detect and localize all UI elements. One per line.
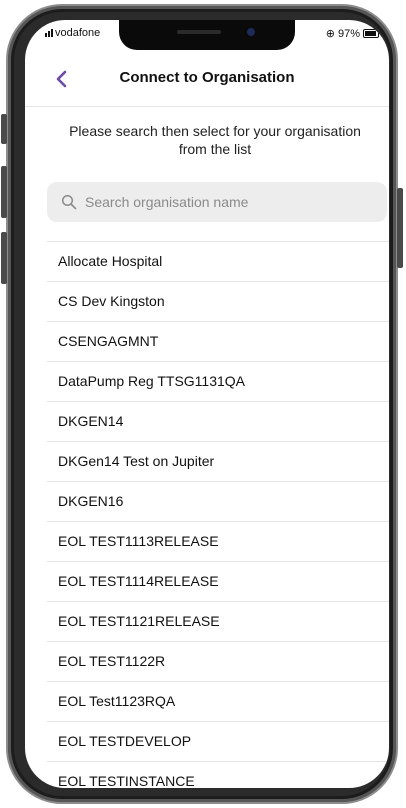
- front-camera: [247, 28, 255, 36]
- list-item[interactable]: EOL TEST1122R: [47, 642, 389, 682]
- list-item[interactable]: EOL TEST1113RELEASE: [47, 522, 389, 562]
- back-button[interactable]: [49, 64, 73, 94]
- search-icon: [61, 194, 77, 210]
- list-item[interactable]: DataPump Reg TTSG1131QA: [47, 362, 389, 402]
- list-item[interactable]: CS Dev Kingston: [47, 282, 389, 322]
- speaker-grille: [177, 30, 221, 34]
- battery-icon: [363, 29, 379, 38]
- notch: [119, 20, 295, 50]
- organisation-list: Allocate Hospital CS Dev Kingston CSENGAGM…: [47, 241, 389, 788]
- carrier-name: vodafone: [55, 27, 101, 39]
- phone-screen: vodafone ⊕ 97% Connect to Organisation P…: [25, 20, 389, 788]
- list-item[interactable]: EOL TEST1114RELEASE: [47, 562, 389, 602]
- battery-percent: 97%: [337, 27, 360, 40]
- volume-down-button: [1, 232, 7, 284]
- search-input[interactable]: [83, 193, 377, 211]
- mute-switch: [1, 114, 7, 144]
- signal-icon: [45, 29, 53, 37]
- list-item[interactable]: EOL Test1123RQA: [47, 682, 389, 722]
- rotation-lock-icon: ⊕: [325, 28, 335, 40]
- list-item[interactable]: DKGen14 Test on Jupiter: [47, 442, 389, 482]
- list-item[interactable]: Allocate Hospital: [47, 242, 389, 282]
- list-item[interactable]: EOL TESTDEVELOP: [47, 722, 389, 762]
- list-item[interactable]: CSENGAGMNT: [47, 322, 389, 362]
- volume-up-button: [1, 166, 7, 218]
- list-item[interactable]: DKGEN16: [47, 482, 389, 522]
- navigation-bar: Connect to Organisation: [25, 56, 389, 107]
- page-title: Connect to Organisation: [119, 69, 295, 86]
- instructions-text: Please search then select for your organ…: [69, 123, 361, 157]
- power-button: [397, 188, 403, 268]
- status-right: ⊕ 97%: [326, 27, 379, 40]
- search-bar[interactable]: [47, 182, 387, 222]
- list-item[interactable]: EOL TEST1121RELEASE: [47, 602, 389, 642]
- list-item[interactable]: EOL TESTINSTANCE: [47, 762, 389, 788]
- chevron-left-icon: [56, 70, 67, 88]
- list-item[interactable]: DKGEN14: [47, 402, 389, 442]
